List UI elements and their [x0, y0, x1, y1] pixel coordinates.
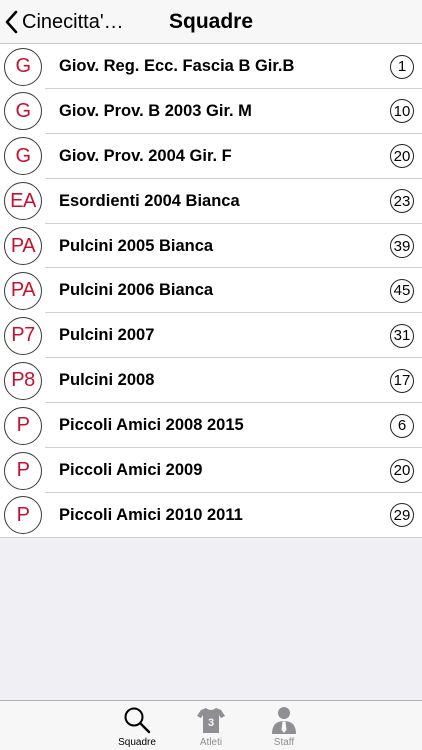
team-count-badge: 39	[390, 234, 414, 259]
team-row[interactable]: PA Pulcini 2005 Bianca 39	[0, 224, 422, 269]
team-category-badge: P	[4, 451, 42, 490]
team-row[interactable]: G Giov. Reg. Ecc. Fascia B Gir.B 1	[0, 44, 422, 89]
team-count-badge: 23	[390, 189, 414, 214]
team-category-badge: G	[4, 92, 42, 131]
tab-label: Atleti	[199, 737, 223, 748]
team-category-badge: EA	[4, 182, 42, 221]
team-count-badge: 1	[390, 54, 414, 79]
team-name: Pulcini 2007	[59, 326, 155, 345]
team-category-badge: P8	[4, 361, 42, 400]
team-name: Giov. Prov. 2004 Gir. F	[59, 146, 232, 165]
team-name: Giov. Prov. B 2003 Gir. M	[59, 101, 252, 120]
team-name: Esordienti 2004 Bianca	[59, 191, 240, 210]
team-category-badge: G	[4, 137, 42, 176]
jersey-icon: 3	[197, 708, 225, 733]
team-name: Pulcini 2008	[59, 371, 155, 390]
tab-label: Staff	[273, 737, 295, 748]
tab-bar: Squadre 3 Atleti Staff	[0, 700, 422, 750]
tab-staff[interactable]: Staff	[252, 701, 316, 750]
team-name: Piccoli Amici 2008 2015	[59, 416, 244, 435]
team-row[interactable]: G Giov. Prov. B 2003 Gir. M 10	[0, 89, 422, 134]
tab-atleti[interactable]: 3 Atleti	[179, 701, 243, 750]
teams-list: G Giov. Reg. Ecc. Fascia B Gir.B 1 G Gio…	[0, 44, 422, 538]
team-row[interactable]: P7 Pulcini 2007 31	[0, 313, 422, 359]
navigation-bar: Cinecitta'… Squadre	[0, 0, 422, 44]
team-name: Pulcini 2006 Bianca	[59, 281, 214, 300]
tab-squadre[interactable]: Squadre	[105, 701, 169, 750]
team-count-badge: 17	[390, 368, 414, 393]
team-count-badge: 45	[390, 278, 414, 303]
back-button[interactable]: Cinecitta'…	[4, 0, 124, 44]
team-row[interactable]: G Giov. Prov. 2004 Gir. F 20	[0, 134, 422, 179]
jersey-number: 3	[208, 717, 214, 729]
person-tie-icon	[272, 707, 296, 734]
team-count-badge: 10	[390, 99, 414, 124]
team-count-badge: 6	[390, 413, 414, 438]
team-row[interactable]: PA Pulcini 2006 Bianca 45	[0, 268, 422, 314]
team-name: Piccoli Amici 2010 2011	[59, 505, 243, 524]
team-name: Piccoli Amici 2009	[59, 461, 203, 480]
team-category-badge: PA	[4, 227, 42, 266]
team-name: Pulcini 2005 Bianca	[59, 236, 214, 255]
team-category-badge: PA	[4, 271, 42, 310]
team-count-badge: 20	[390, 144, 414, 169]
team-count-badge: 29	[390, 503, 414, 528]
tab-label: Squadre	[118, 737, 156, 748]
team-category-badge: P7	[4, 316, 42, 355]
team-row[interactable]: P Piccoli Amici 2008 2015 6	[0, 403, 422, 448]
team-count-badge: 20	[390, 458, 414, 483]
back-button-label: Cinecitta'…	[22, 10, 124, 33]
chevron-left-icon	[5, 10, 18, 34]
team-row[interactable]: P Piccoli Amici 2010 2011 29	[0, 493, 422, 538]
team-count-badge: 31	[390, 323, 414, 348]
team-row[interactable]: P Piccoli Amici 2009 20	[0, 448, 422, 493]
team-category-badge: P	[4, 496, 42, 535]
team-row[interactable]: P8 Pulcini 2008 17	[0, 358, 422, 404]
team-category-badge: G	[4, 47, 42, 86]
search-icon	[124, 707, 151, 734]
team-row[interactable]: EA Esordienti 2004 Bianca 23	[0, 179, 422, 224]
team-category-badge: P	[4, 406, 42, 445]
team-name: Giov. Reg. Ecc. Fascia B Gir.B	[59, 57, 295, 75]
